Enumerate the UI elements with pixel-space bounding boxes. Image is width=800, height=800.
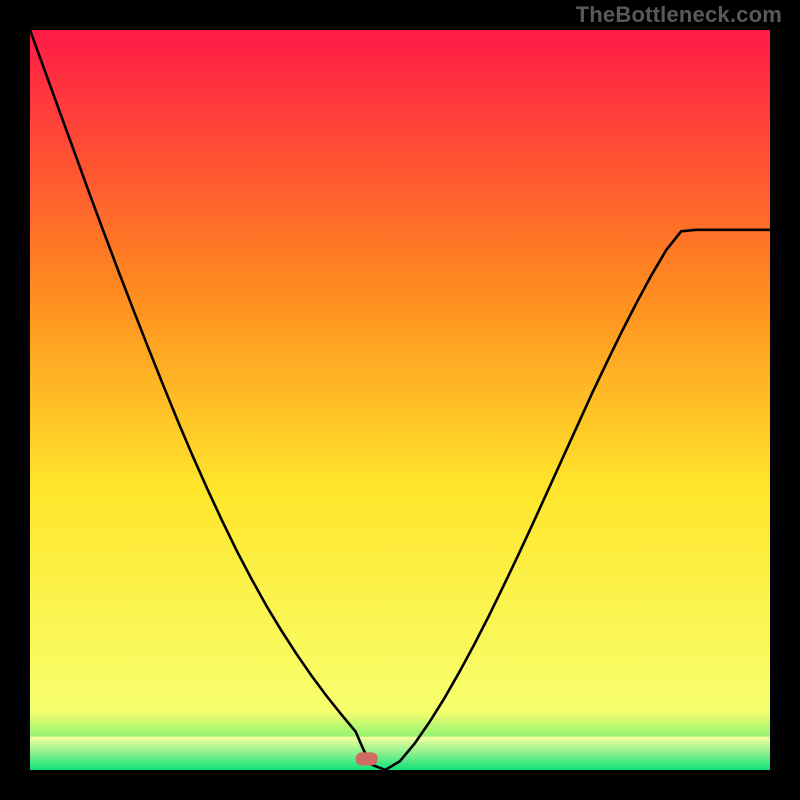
chart-frame: TheBottleneck.com [0,0,800,800]
chart-svg [30,30,770,770]
bottom-band [30,737,770,770]
plot-area [30,30,770,770]
watermark-text: TheBottleneck.com [576,2,782,28]
gradient-bg [30,30,770,770]
trough-marker [356,752,378,765]
